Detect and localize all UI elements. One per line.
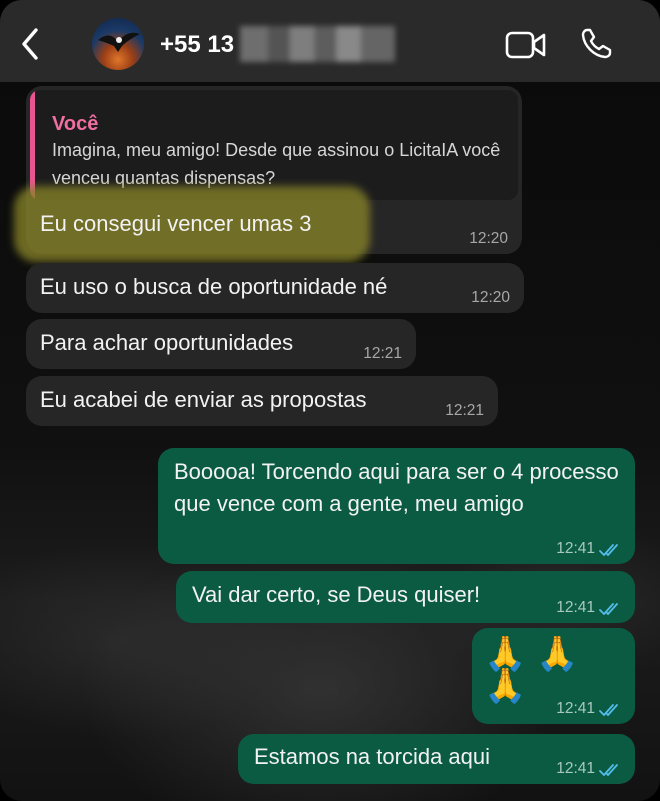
message-text: Para achar oportunidades	[40, 330, 294, 355]
message-text: Eu consegui vencer umas 3	[40, 211, 312, 236]
chevron-left-icon	[22, 28, 38, 60]
contact-name[interactable]: +55 13	[160, 31, 234, 59]
redacted-number-mask	[240, 26, 395, 62]
message-time: 12:41	[556, 700, 595, 717]
voice-call-button[interactable]	[578, 26, 614, 62]
folded-hands-emoji: 🙏🙏🙏	[484, 634, 589, 706]
quote-accent-bar	[30, 90, 35, 200]
read-receipt-icon	[599, 704, 618, 716]
avatar[interactable]	[92, 18, 144, 70]
message-text: Eu acabei de enviar as propostas	[40, 387, 367, 412]
message-text-wrapper: Eu consegui vencer umas 3	[26, 208, 326, 240]
incoming-message[interactable]: Eu acabei de enviar as propostas 12:21	[26, 376, 498, 426]
message-time: 12:20	[471, 289, 510, 306]
message-text: Booooa! Torcendo aqui para ser o 4 proce…	[174, 459, 619, 516]
message-text: Vai dar certo, se Deus quiser!	[192, 582, 481, 607]
message-time: 12:41	[556, 599, 595, 616]
outgoing-message[interactable]: 🙏🙏🙏 12:41	[472, 628, 635, 724]
message-time: 12:21	[445, 402, 484, 419]
message-time: 12:20	[469, 230, 508, 247]
chat-header: +55 13	[0, 0, 660, 82]
eagle-avatar-image	[98, 32, 140, 52]
message-time: 12:41	[556, 760, 595, 777]
message-text: Estamos na torcida aqui	[254, 744, 491, 769]
video-call-icon	[505, 31, 546, 59]
outgoing-message[interactable]: Estamos na torcida aqui 12:41	[238, 734, 635, 784]
phone-icon	[581, 28, 612, 59]
read-receipt-icon	[599, 544, 618, 556]
back-button[interactable]	[16, 26, 46, 62]
outgoing-message[interactable]: Booooa! Torcendo aqui para ser o 4 proce…	[158, 448, 635, 564]
read-receipt-icon	[599, 603, 618, 615]
quoted-message[interactable]: Você Imagina, meu amigo! Desde que assin…	[30, 90, 518, 200]
incoming-message[interactable]: Para achar oportunidades 12:21	[26, 319, 416, 369]
incoming-message[interactable]: Eu uso o busca de oportunidade né 12:20	[26, 263, 524, 313]
message-text: Eu uso o busca de oportunidade né	[40, 274, 388, 299]
message-time: 12:41	[556, 540, 595, 557]
video-call-button[interactable]	[504, 28, 548, 62]
read-receipt-icon	[599, 764, 618, 776]
quote-text: Imagina, meu amigo! Desde que assinou o …	[52, 140, 501, 188]
message-time: 12:21	[363, 345, 402, 362]
outgoing-message[interactable]: Vai dar certo, se Deus quiser! 12:41	[176, 571, 635, 623]
